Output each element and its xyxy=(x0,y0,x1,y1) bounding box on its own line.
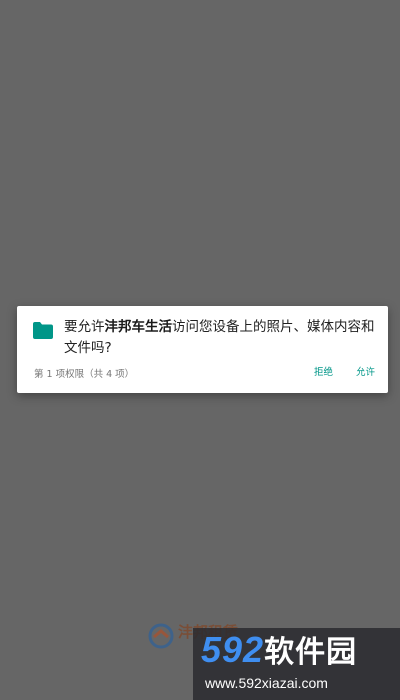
permission-message: 要允许沣邦车生活访问您设备上的照片、媒体内容和文件吗? xyxy=(64,317,382,359)
permission-counter: 第 1 项权限（共 4 项） xyxy=(34,369,135,380)
watermark-title: 592软件园 xyxy=(201,630,357,673)
deny-button[interactable]: 拒绝 xyxy=(308,361,339,385)
allow-button[interactable]: 允许 xyxy=(350,361,381,385)
watermark-url: www.592xiazai.com xyxy=(205,675,328,691)
permission-dialog: 要允许沣邦车生活访问您设备上的照片、媒体内容和文件吗? 第 1 项权限（共 4 … xyxy=(17,306,388,393)
app-name: 沣邦车生活 xyxy=(104,319,173,335)
folder-icon xyxy=(33,322,53,339)
brand-emblem-icon xyxy=(148,623,174,649)
watermark-number: 592 xyxy=(201,629,265,670)
message-prefix: 要允许 xyxy=(64,319,105,335)
watermark-text: 软件园 xyxy=(264,636,358,669)
watermark: 592软件园 www.592xiazai.com xyxy=(193,628,400,700)
